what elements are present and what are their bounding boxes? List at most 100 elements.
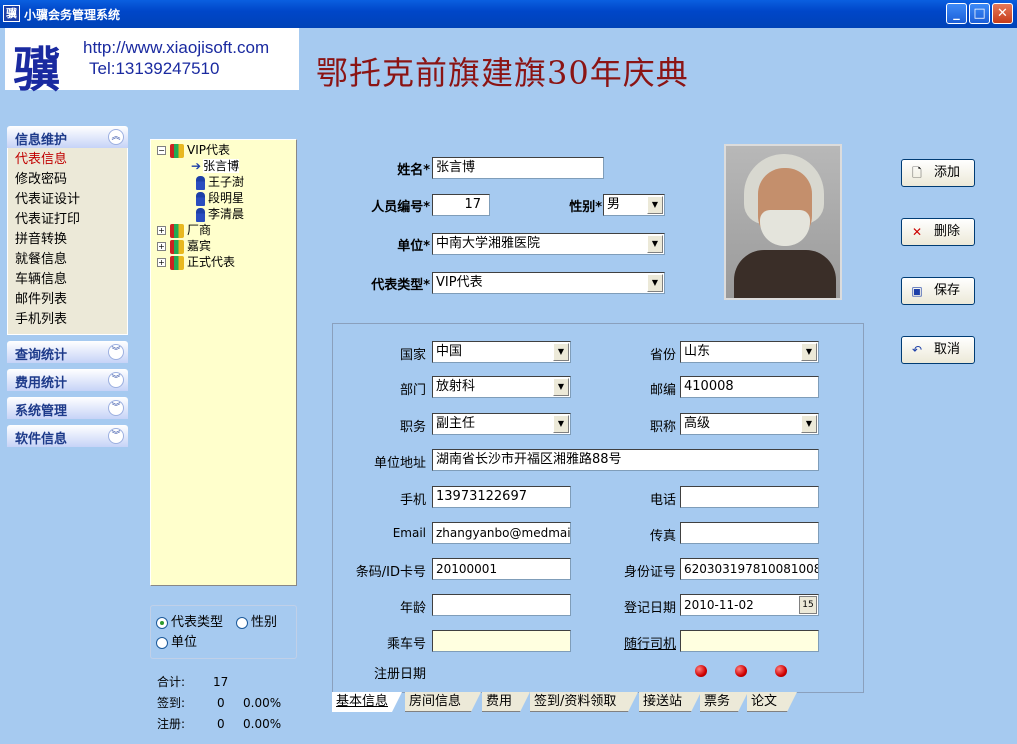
nav-item-delegate-info[interactable]: 代表信息 — [8, 150, 127, 170]
tree-item[interactable]: ➔ 张言博 — [191, 158, 240, 174]
tree-group-official[interactable]: + 正式代表 — [157, 254, 235, 270]
mobile-label: 手机 — [399, 493, 426, 508]
tab-tickets[interactable]: 票务 — [700, 692, 748, 712]
dropdown-arrow-icon[interactable]: ▼ — [647, 235, 663, 253]
nav-item-mail-list[interactable]: 邮件列表 — [8, 290, 127, 310]
nav-item-badge-print[interactable]: 代表证打印 — [8, 210, 127, 230]
logo-tel: Tel:13139247510 — [89, 59, 220, 78]
expand-icon[interactable]: + — [157, 242, 166, 251]
nav-item-mobile-list[interactable]: 手机列表 — [8, 310, 127, 330]
unit-label: 单位* — [397, 239, 430, 254]
tree-group-vendor[interactable]: + 厂商 — [157, 222, 211, 238]
dropdown-arrow-icon[interactable]: ▼ — [553, 343, 569, 361]
radio-gender[interactable]: 性别 — [236, 614, 277, 632]
dept-select[interactable]: 放射科 ▼ — [432, 376, 571, 398]
dropdown-arrow-icon[interactable]: ▼ — [647, 196, 663, 214]
logo-url: http://www.xiaojisoft.com — [83, 38, 270, 57]
minimize-button[interactable]: _ — [946, 3, 967, 24]
type-select[interactable]: VIP代表 ▼ — [432, 272, 665, 294]
unit-select[interactable]: 中南大学湘雅医院 ▼ — [432, 233, 665, 255]
chevron-down-icon[interactable]: ︾ — [108, 400, 124, 416]
position-select[interactable]: 副主任 ▼ — [432, 413, 571, 435]
calendar-icon[interactable]: 15 — [799, 596, 817, 614]
province-select[interactable]: 山东 ▼ — [680, 341, 819, 363]
nav-section-info[interactable]: 信息维护 ︽ — [7, 126, 128, 148]
nav-section-fees[interactable]: 费用统计 ︾ — [7, 369, 128, 391]
title-select[interactable]: 高级 ▼ — [680, 413, 819, 435]
tab-fees[interactable]: 费用 — [482, 692, 530, 712]
regdate-field[interactable]: 2010-11-02 15 — [680, 594, 819, 616]
total-count: 17 — [213, 675, 229, 689]
register-count: 0 — [217, 717, 225, 731]
left-nav: 信息维护 ︽ 代表信息 修改密码 代表证设计 代表证打印 拼音转换 就餐信息 车… — [7, 126, 128, 447]
id-field[interactable]: 17 — [432, 194, 490, 216]
train-field[interactable] — [432, 630, 571, 652]
dropdown-arrow-icon[interactable]: ▼ — [553, 378, 569, 396]
window-title: 小骥会务管理系统 — [24, 8, 121, 22]
radio-delegate-type[interactable]: 代表类型 — [156, 614, 223, 632]
dropdown-arrow-icon[interactable]: ▼ — [553, 415, 569, 433]
tab-transfer[interactable]: 接送站 — [639, 692, 701, 712]
tree-item[interactable]: 王子澍 — [196, 174, 244, 190]
nav-section-query[interactable]: 查询统计 ︾ — [7, 341, 128, 363]
tree-item[interactable]: 李清晨 — [196, 206, 244, 222]
tree-item-label: 李清晨 — [208, 207, 245, 221]
dropdown-arrow-icon[interactable]: ▼ — [801, 415, 817, 433]
idcard-field[interactable]: 620303197810081008 — [680, 558, 819, 580]
dropdown-arrow-icon[interactable]: ▼ — [647, 274, 663, 292]
nav-item-vehicle[interactable]: 车辆信息 — [8, 270, 127, 290]
tab-basic-info[interactable]: 基本信息 — [332, 692, 402, 712]
delegate-photo[interactable] — [724, 144, 842, 300]
nav-item-dining[interactable]: 就餐信息 — [8, 250, 127, 270]
delegate-tree[interactable]: − VIP代表 ➔ 张言博 王子澍 段明星 李清晨 + 厂商 + 嘉宾 + 正式代表 — [150, 139, 297, 586]
add-button[interactable]: 🗋 添加 — [901, 159, 975, 187]
nav-item-change-password[interactable]: 修改密码 — [8, 170, 127, 190]
save-button[interactable]: ▣ 保存 — [901, 277, 975, 305]
mobile-field[interactable]: 13973122697 — [432, 486, 571, 508]
group-by-options: 代表类型 性别 单位 — [150, 605, 297, 659]
name-field[interactable]: 张言博 — [432, 157, 604, 179]
nav-section-software[interactable]: 软件信息 ︾ — [7, 425, 128, 447]
chevron-down-icon[interactable]: ︾ — [108, 344, 124, 360]
tab-room-info[interactable]: 房间信息 — [405, 692, 481, 712]
cancel-button[interactable]: ↶ 取消 — [901, 336, 975, 364]
zip-field[interactable]: 410008 — [680, 376, 819, 398]
email-label: Email — [392, 526, 426, 540]
nav-item-pinyin[interactable]: 拼音转换 — [8, 230, 127, 250]
save-icon: ▣ — [911, 284, 923, 298]
undo-icon: ↶ — [911, 343, 923, 357]
chevron-down-icon[interactable]: ︾ — [108, 428, 124, 444]
dropdown-arrow-icon[interactable]: ▼ — [801, 343, 817, 361]
tree-group-vip[interactable]: − VIP代表 — [157, 142, 230, 158]
close-button[interactable]: ✕ — [992, 3, 1013, 24]
person-icon — [196, 191, 205, 206]
delete-button[interactable]: ✕ 删除 — [901, 218, 975, 246]
company-logo: 骥 http://www.xiaojisoft.com Tel:13139247… — [5, 28, 299, 98]
chevron-down-icon[interactable]: ︾ — [108, 372, 124, 388]
barcode-field[interactable]: 20100001 — [432, 558, 571, 580]
chevron-up-icon[interactable]: ︽ — [108, 129, 124, 145]
radio-unit[interactable]: 单位 — [156, 634, 197, 652]
nav-item-badge-design[interactable]: 代表证设计 — [8, 190, 127, 210]
tree-group-guest[interactable]: + 嘉宾 — [157, 238, 211, 254]
app-icon: 骥 — [3, 5, 20, 22]
driver-link[interactable]: 随行司机 — [596, 633, 676, 652]
tree-item-label: 段明星 — [208, 191, 245, 205]
nav-section-system[interactable]: 系统管理 ︾ — [7, 397, 128, 419]
expand-icon[interactable]: + — [157, 226, 166, 235]
age-field[interactable] — [432, 594, 571, 616]
driver-field[interactable] — [680, 630, 819, 652]
address-field[interactable]: 湖南省长沙市开福区湘雅路88号 — [432, 449, 819, 471]
expand-icon[interactable]: + — [157, 258, 166, 267]
email-field[interactable]: zhangyanbo@medmail. — [432, 522, 571, 544]
tab-papers[interactable]: 论文 — [747, 692, 797, 712]
tree-item[interactable]: 段明星 — [196, 190, 244, 206]
collapse-icon[interactable]: − — [157, 146, 166, 155]
phone-field[interactable] — [680, 486, 819, 508]
country-select[interactable]: 中国 ▼ — [432, 341, 571, 363]
maximize-button[interactable]: □ — [969, 3, 990, 24]
tab-checkin[interactable]: 签到/资料领取 — [530, 692, 638, 712]
person-icon — [196, 175, 205, 190]
fax-field[interactable] — [680, 522, 819, 544]
gender-select[interactable]: 男 ▼ — [603, 194, 665, 216]
